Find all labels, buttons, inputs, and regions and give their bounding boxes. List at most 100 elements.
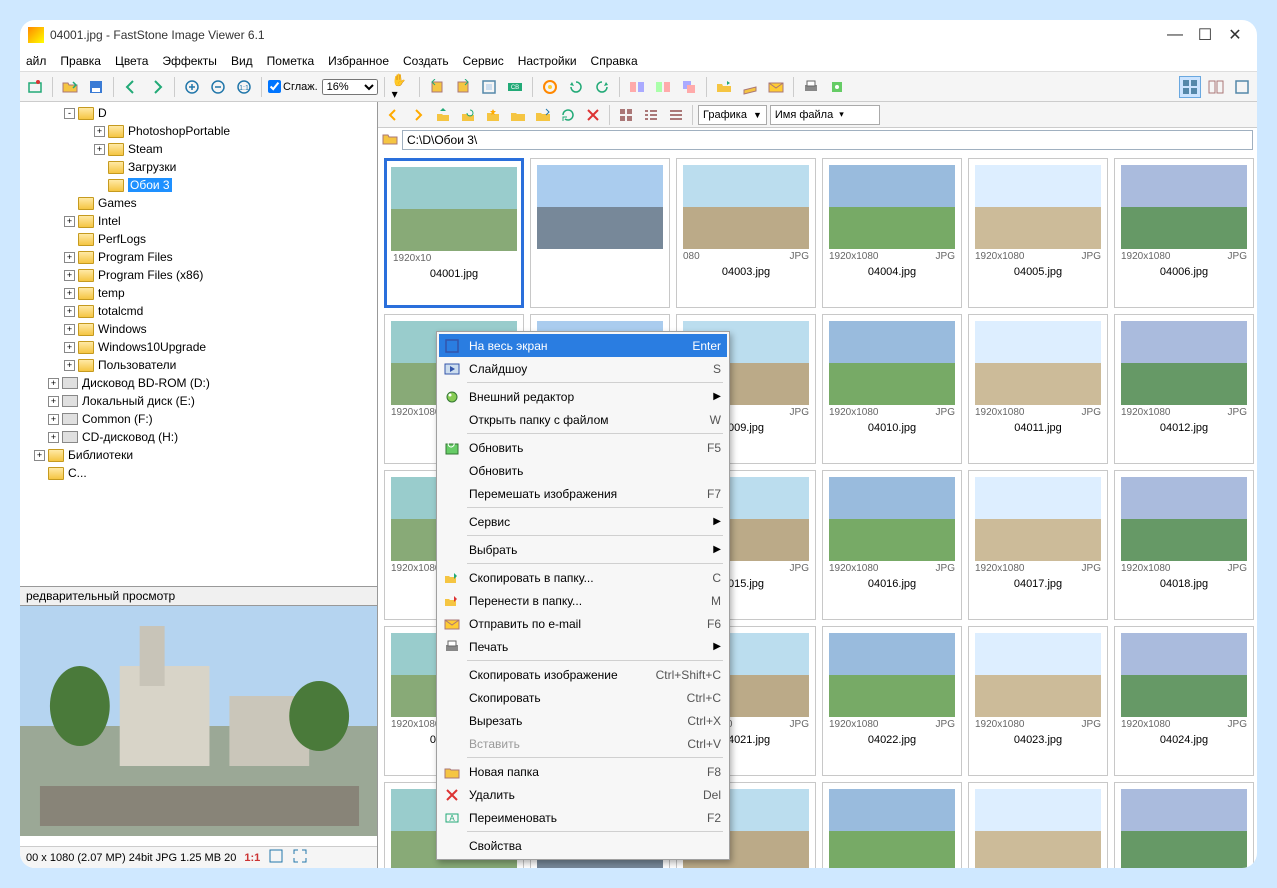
print-icon[interactable]	[800, 76, 822, 98]
ctx-item[interactable]: На весь экранEnter	[439, 334, 727, 357]
fullscreen2-icon[interactable]	[292, 848, 308, 867]
tree-item[interactable]: С...	[20, 464, 377, 482]
tree-item[interactable]: +Steam	[20, 140, 377, 158]
menu-1[interactable]: Правка	[60, 54, 101, 68]
back-icon[interactable]	[120, 76, 142, 98]
thumbnail[interactable]: 1920x1080JPG04024.jpg	[1114, 626, 1254, 776]
color-icon[interactable]	[539, 76, 561, 98]
tree-item[interactable]: +CD-дисковод (H:)	[20, 428, 377, 446]
tree-item[interactable]: PerfLogs	[20, 230, 377, 248]
menu-2[interactable]: Цвета	[115, 54, 148, 68]
copy-folder-icon[interactable]	[713, 76, 735, 98]
view-full-icon[interactable]	[1231, 76, 1253, 98]
tree-item[interactable]: +Intel	[20, 212, 377, 230]
capture-icon[interactable]	[24, 76, 46, 98]
delete-icon[interactable]	[582, 104, 604, 126]
thumbnail[interactable]: 1920x1080JPG04004.jpg	[822, 158, 962, 308]
preview-image[interactable]	[20, 606, 377, 846]
export-folder-icon[interactable]	[532, 104, 554, 126]
thumbnail[interactable]: 1920x1080JPG04018.jpg	[1114, 470, 1254, 620]
thumb-large-icon[interactable]	[615, 104, 637, 126]
filter-type-select[interactable]: Графика▼	[698, 105, 767, 125]
menu-7[interactable]: Создать	[403, 54, 449, 68]
nav-fwd-icon[interactable]	[407, 104, 429, 126]
smooth-checkbox[interactable]: Сглаж.	[268, 80, 318, 93]
thumbnail[interactable]: 1920x1080JPG04011.jpg	[968, 314, 1108, 464]
ctx-item[interactable]: Скопировать изображениеCtrl+Shift+C	[439, 663, 727, 686]
menu-10[interactable]: Справка	[591, 54, 638, 68]
thumbnail[interactable]	[968, 782, 1108, 868]
menu-6[interactable]: Избранное	[328, 54, 389, 68]
thumbnail[interactable]	[1114, 782, 1254, 868]
zoom-reset-icon[interactable]: 1:1	[233, 76, 255, 98]
new-folder-icon[interactable]	[507, 104, 529, 126]
tree-item[interactable]: Загрузки	[20, 158, 377, 176]
tree-item[interactable]: +Пользователи	[20, 356, 377, 374]
forward-icon[interactable]	[146, 76, 168, 98]
ctx-item[interactable]: СлайдшоуS	[439, 357, 727, 380]
tree-item[interactable]: +Program Files (x86)	[20, 266, 377, 284]
thumbnail[interactable]: 1920x1080JPG04023.jpg	[968, 626, 1108, 776]
tree-item[interactable]: Обои 3	[20, 176, 377, 194]
tree-item[interactable]: Games	[20, 194, 377, 212]
rotate-right-icon[interactable]	[452, 76, 474, 98]
menu-3[interactable]: Эффекты	[162, 54, 217, 68]
ctx-item[interactable]: Свойства	[439, 834, 727, 857]
path-input[interactable]	[402, 130, 1253, 150]
ctx-item[interactable]: Новая папкаF8	[439, 760, 727, 783]
ctx-item[interactable]: Внешний редактор▶	[439, 385, 727, 408]
ctx-item[interactable]: Обновить	[439, 459, 727, 482]
ctx-item[interactable]: ОбновитьF5	[439, 436, 727, 459]
menu-9[interactable]: Настройки	[518, 54, 577, 68]
fav-icon[interactable]	[482, 104, 504, 126]
thumbnail[interactable]: 1920x1080JPG04005.jpg	[968, 158, 1108, 308]
ctx-item[interactable]: Выбрать▶	[439, 538, 727, 561]
open-icon[interactable]	[59, 76, 81, 98]
zoom-in-icon[interactable]	[181, 76, 203, 98]
menu-5[interactable]: Пометка	[267, 54, 315, 68]
fit-icon[interactable]	[268, 848, 284, 867]
tree-item[interactable]: +Program Files	[20, 248, 377, 266]
crop-icon[interactable]	[478, 76, 500, 98]
thumb-list-icon[interactable]	[665, 104, 687, 126]
ctx-item[interactable]: СкопироватьCtrl+C	[439, 686, 727, 709]
undo-icon[interactable]	[565, 76, 587, 98]
ctx-item[interactable]: Перемешать изображенияF7	[439, 482, 727, 505]
thumb-detail-icon[interactable]	[640, 104, 662, 126]
tree-item[interactable]: +Библиотеки	[20, 446, 377, 464]
zoom-out-icon[interactable]	[207, 76, 229, 98]
ctx-item[interactable]: УдалитьDel	[439, 783, 727, 806]
ctx-item[interactable]: Перенести в папку...M	[439, 589, 727, 612]
thumbnail[interactable]: 1920x1080JPG04006.jpg	[1114, 158, 1254, 308]
tree-item[interactable]: +Локальный диск (E:)	[20, 392, 377, 410]
thumbnail[interactable]: 1920x1080JPG04016.jpg	[822, 470, 962, 620]
refresh-folder-icon[interactable]	[457, 104, 479, 126]
loop-icon[interactable]	[557, 104, 579, 126]
menu-4[interactable]: Вид	[231, 54, 253, 68]
thumbnail[interactable]: 080JPG04003.jpg	[676, 158, 816, 308]
up-icon[interactable]	[432, 104, 454, 126]
menu-0[interactable]: айл	[26, 54, 46, 68]
thumbnail[interactable]: 1920x1080JPG04017.jpg	[968, 470, 1108, 620]
tree-item[interactable]: +Windows	[20, 320, 377, 338]
ctx-item[interactable]: Сервис▶	[439, 510, 727, 533]
view-dual-icon[interactable]	[1205, 76, 1227, 98]
scanner-icon[interactable]	[739, 76, 761, 98]
ctx-item[interactable]: AПереименоватьF2	[439, 806, 727, 829]
zoom-select[interactable]: 16%	[322, 79, 378, 95]
redo-icon[interactable]	[591, 76, 613, 98]
maximize-button[interactable]: ☐	[1199, 29, 1211, 41]
tree-item[interactable]: -D	[20, 104, 377, 122]
compare-a-icon[interactable]	[626, 76, 648, 98]
save-icon[interactable]	[85, 76, 107, 98]
settings-icon[interactable]	[826, 76, 848, 98]
thumbnail[interactable]: 1920x1080JPG04022.jpg	[822, 626, 962, 776]
ctx-item[interactable]: Открыть папку с файломW	[439, 408, 727, 431]
batch-icon[interactable]	[678, 76, 700, 98]
thumbnail[interactable]	[530, 158, 670, 308]
rotate-left-icon[interactable]	[426, 76, 448, 98]
tree-item[interactable]: +PhotoshopPortable	[20, 122, 377, 140]
resize-icon[interactable]: СВ	[504, 76, 526, 98]
tree-item[interactable]: +Common (F:)	[20, 410, 377, 428]
minimize-button[interactable]: —	[1169, 29, 1181, 41]
